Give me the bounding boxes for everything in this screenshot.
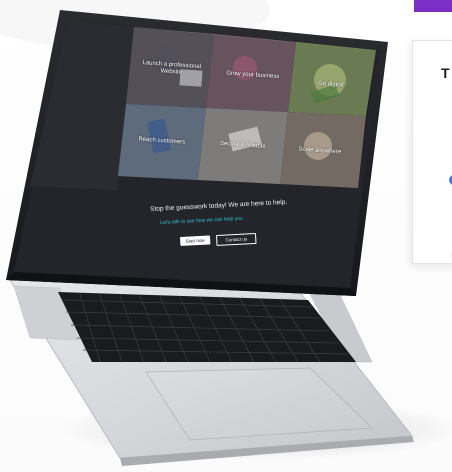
- start-now-button[interactable]: Start now: [180, 235, 211, 246]
- page-background: T Launch a professional Website Grow you…: [0, 0, 452, 472]
- hero-image-grid: [118, 27, 376, 188]
- contact-us-button[interactable]: Contact us: [216, 232, 257, 246]
